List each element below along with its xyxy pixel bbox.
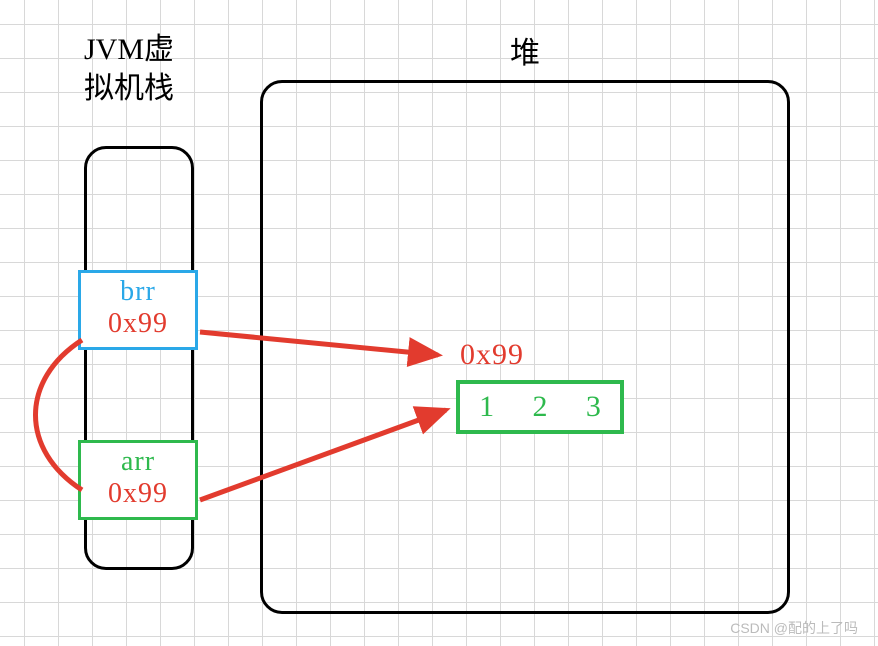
- brr-address: 0x99: [81, 308, 195, 340]
- variable-arr: arr 0x99: [78, 440, 198, 520]
- array-element-0: 1: [479, 390, 494, 424]
- array-element-2: 3: [586, 390, 601, 424]
- heap-array-object: 1 2 3: [456, 380, 624, 434]
- arr-name: arr: [81, 443, 195, 478]
- watermark: CSDN @配的上了吗: [730, 618, 858, 638]
- stack-title: JVM虚 拟机栈: [84, 30, 174, 108]
- brr-name: brr: [81, 273, 195, 308]
- array-element-1: 2: [532, 390, 547, 424]
- variable-brr: brr 0x99: [78, 270, 198, 350]
- arr-address: 0x99: [81, 478, 195, 510]
- heap-title: 堆: [510, 34, 540, 73]
- heap-region: [260, 80, 790, 614]
- heap-object-address: 0x99: [460, 338, 524, 372]
